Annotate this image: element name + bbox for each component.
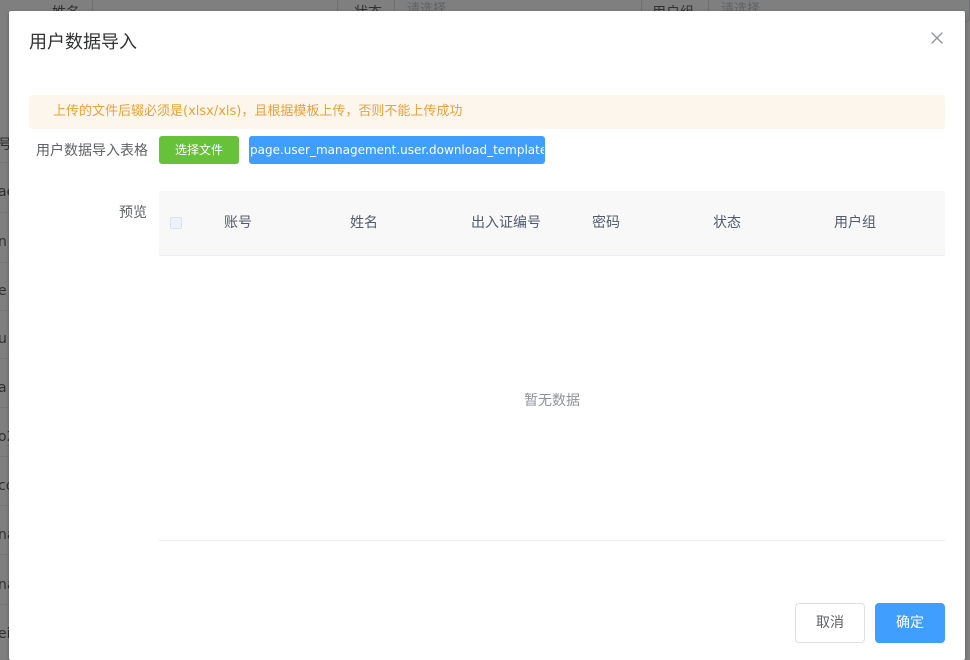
column-header-name: 姓名 [350, 215, 378, 231]
download-template-button[interactable]: page.user_management.user.download_templ… [249, 136, 545, 164]
column-header-password: 密码 [592, 215, 620, 231]
preview-table: 账号 姓名 出入证编号 密码 状态 用户组 暂无数据 [159, 191, 945, 541]
close-icon [931, 32, 943, 44]
close-button[interactable] [929, 30, 945, 46]
table-header: 账号 姓名 出入证编号 密码 状态 用户组 [159, 191, 945, 256]
select-all-checkbox[interactable] [170, 217, 182, 229]
import-dialog: 用户数据导入 上传的文件后辍必须是(xlsx/xls)，且根据模板上传，否则不能… [9, 11, 965, 660]
confirm-button[interactable]: 确定 [875, 603, 945, 643]
column-header-account: 账号 [224, 215, 252, 231]
empty-state-text: 暂无数据 [524, 393, 580, 409]
column-header-status: 状态 [713, 215, 741, 231]
select-file-button[interactable]: 选择文件 [159, 136, 239, 164]
dialog-title: 用户数据导入 [29, 32, 137, 53]
file-field-label: 用户数据导入表格 [36, 143, 148, 159]
table-bottom-border [159, 540, 945, 541]
cancel-button[interactable]: 取消 [795, 603, 865, 643]
warning-alert: 上传的文件后辍必须是(xlsx/xls)，且根据模板上传，否则不能上传成功 [29, 95, 945, 129]
column-header-user-group: 用户组 [834, 215, 876, 231]
preview-label: 预览 [119, 205, 147, 221]
column-header-pass-number: 出入证编号 [471, 215, 541, 231]
